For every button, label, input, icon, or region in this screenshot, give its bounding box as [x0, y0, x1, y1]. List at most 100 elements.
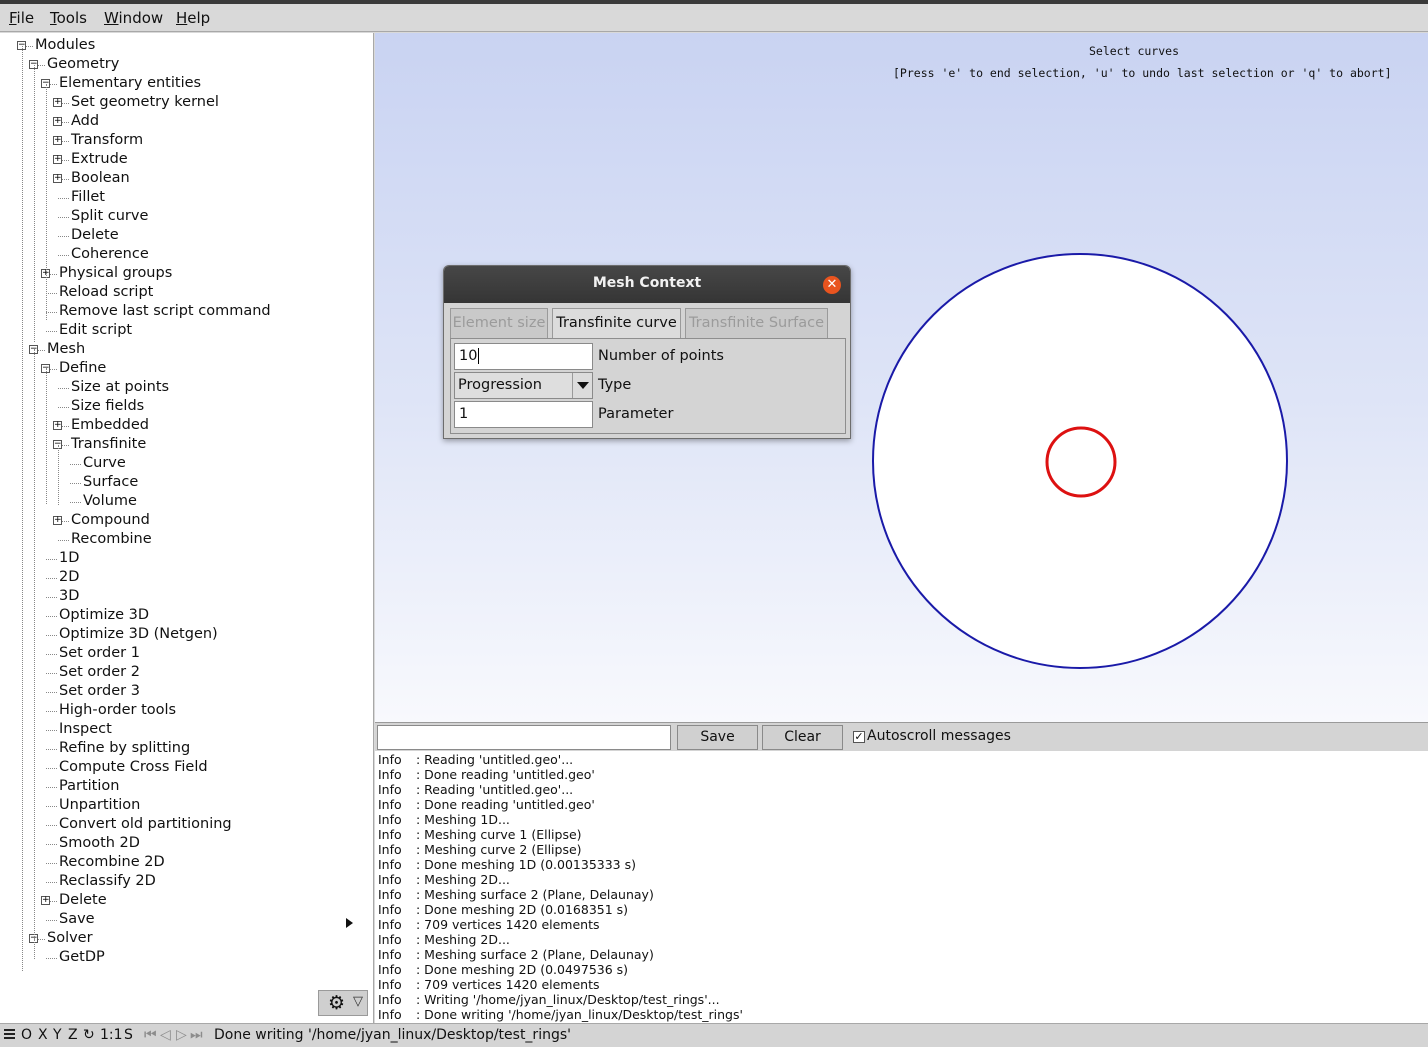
last-step-icon[interactable]: ⏭ [190, 1027, 203, 1043]
tree-item-smooth-2d[interactable]: Smooth 2D [59, 834, 140, 853]
tree-item-split-curve[interactable]: Split curve [71, 207, 148, 226]
menu-file[interactable]: File [9, 9, 34, 27]
expand-icon[interactable]: + [53, 98, 62, 107]
tree-item-inspect[interactable]: Inspect [59, 720, 112, 739]
tree-item-surface[interactable]: Surface [83, 473, 138, 492]
tree-item-high-order-tools[interactable]: High-order tools [59, 701, 176, 720]
tree-item-boolean[interactable]: Boolean [71, 169, 130, 188]
messages-toolbar: Save Clear ✓ Autoscroll messages [375, 722, 1428, 751]
tree-item-set-order-1[interactable]: Set order 1 [59, 644, 140, 663]
tree-item-optimize-3d-netgen[interactable]: Optimize 3D (Netgen) [59, 625, 218, 644]
tree-item-coherence[interactable]: Coherence [71, 245, 149, 264]
tab-element-size[interactable]: Element size [450, 308, 548, 338]
tree-item-delete[interactable]: Delete [71, 226, 119, 245]
tree-item-getdp[interactable]: GetDP [59, 948, 105, 967]
message-level: Info [378, 797, 402, 812]
tree-item-optimize-3d[interactable]: Optimize 3D [59, 606, 149, 625]
tree-item-embedded[interactable]: Embedded [71, 416, 149, 435]
tree-item-extrude[interactable]: Extrude [71, 150, 128, 169]
clear-messages-button[interactable]: Clear [762, 725, 843, 750]
tree-item-save[interactable]: Save [59, 910, 95, 929]
tree-item-reload-script[interactable]: Reload script [59, 283, 153, 302]
menu-window[interactable]: Window [104, 9, 163, 27]
tree-item-1d[interactable]: 1D [59, 549, 79, 568]
tree-item-remove-last-script-command[interactable]: Remove last script command [59, 302, 271, 321]
autoscroll-checkbox[interactable]: ✓ [853, 731, 865, 743]
tree-item-volume[interactable]: Volume [83, 492, 137, 511]
tree-item-convert-old-partitioning[interactable]: Convert old partitioning [59, 815, 232, 834]
inner-curve[interactable] [1045, 426, 1117, 498]
expand-icon[interactable]: + [41, 896, 50, 905]
settings-menu-button[interactable]: ⚙ ▽ [318, 990, 368, 1016]
chevron-down-icon[interactable] [572, 373, 592, 398]
tree-item-set-order-3[interactable]: Set order 3 [59, 682, 140, 701]
tree-item-solver[interactable]: Solver [47, 929, 93, 948]
tree-item-physical-groups[interactable]: Physical groups [59, 264, 172, 283]
expand-icon[interactable]: + [53, 174, 62, 183]
tree-item-mesh[interactable]: Mesh [47, 340, 85, 359]
step-back-icon[interactable]: ◁ [160, 1027, 171, 1043]
triangle-right-icon[interactable] [346, 918, 353, 928]
tree-item-unpartition[interactable]: Unpartition [59, 796, 140, 815]
tree-item-define[interactable]: Define [59, 359, 106, 378]
s-button[interactable]: S [124, 1027, 133, 1043]
tree-item-size-at-points[interactable]: Size at points [71, 378, 169, 397]
menu-help[interactable]: Help [176, 9, 210, 27]
tree-connector [46, 635, 57, 636]
tree-connector [46, 312, 57, 313]
tab-transfinite-surface[interactable]: Transfinite Surface [685, 308, 828, 338]
tree-item-set-order-2[interactable]: Set order 2 [59, 663, 140, 682]
play-icon[interactable]: ▷ [176, 1027, 187, 1043]
type-label: Type [598, 377, 632, 393]
tree-item-transfinite[interactable]: Transfinite [71, 435, 146, 454]
number-of-points-input[interactable]: 10 [454, 343, 593, 370]
tree-item-delete[interactable]: Delete [59, 891, 107, 910]
first-step-icon[interactable]: ⏮ [144, 1027, 157, 1043]
message-console[interactable]: Info: Reading 'untitled.geo'... Info: Don… [375, 751, 1428, 1023]
tree-item-reclassify-2d[interactable]: Reclassify 2D [59, 872, 156, 891]
tree-item-compound[interactable]: Compound [71, 511, 150, 530]
expand-icon[interactable]: + [53, 421, 62, 430]
axis-y-button[interactable]: Y [53, 1027, 62, 1043]
expand-icon[interactable]: + [53, 155, 62, 164]
tab-transfinite-curve[interactable]: Transfinite curve [552, 308, 681, 339]
parameter-input[interactable]: 1 [454, 401, 593, 428]
close-icon[interactable]: ✕ [823, 276, 841, 294]
tree-connector [46, 597, 57, 598]
tree-item-partition[interactable]: Partition [59, 777, 119, 796]
message-search-input[interactable] [377, 725, 671, 750]
tree-connector [70, 483, 81, 484]
mesh-canvas[interactable] [870, 251, 1290, 673]
expand-icon[interactable]: + [53, 117, 62, 126]
menu-lines-icon[interactable] [4, 1029, 15, 1039]
tree-item-refine-by-splitting[interactable]: Refine by splitting [59, 739, 190, 758]
tree-connector [46, 692, 57, 693]
tree-item-add[interactable]: Add [71, 112, 99, 131]
tree-item-fillet[interactable]: Fillet [71, 188, 105, 207]
menu-tools[interactable]: Tools [50, 9, 87, 27]
save-messages-button[interactable]: Save [677, 725, 758, 750]
tree-item-edit-script[interactable]: Edit script [59, 321, 132, 340]
tree-item-2d[interactable]: 2D [59, 568, 79, 587]
expand-icon[interactable]: + [53, 516, 62, 525]
type-select[interactable]: Progression [454, 372, 593, 399]
tree-item-recombine[interactable]: Recombine [71, 530, 152, 549]
axis-x-button[interactable]: X [38, 1027, 48, 1043]
axis-z-button[interactable]: Z [68, 1027, 78, 1043]
tree-item-transform[interactable]: Transform [71, 131, 143, 150]
rotate-icon[interactable]: ↻ [83, 1027, 95, 1043]
tree-item-recombine-2d[interactable]: Recombine 2D [59, 853, 165, 872]
tree-item-size-fields[interactable]: Size fields [71, 397, 144, 416]
tree-connector [58, 255, 69, 256]
axis-o-button[interactable]: O [21, 1027, 32, 1043]
tree-item-set-geometry-kernel[interactable]: Set geometry kernel [71, 93, 219, 112]
tree-item-curve[interactable]: Curve [83, 454, 126, 473]
tree-item-3d[interactable]: 3D [59, 587, 79, 606]
dialog-titlebar[interactable]: Mesh Context ✕ [444, 266, 850, 303]
tree-item-geometry[interactable]: Geometry [47, 55, 119, 74]
tree-item-compute-cross-field[interactable]: Compute Cross Field [59, 758, 208, 777]
tree-item-elementary-entities[interactable]: Elementary entities [59, 74, 201, 93]
tree-item-modules[interactable]: Modules [35, 36, 95, 55]
scale-button[interactable]: 1:1 [100, 1027, 123, 1043]
expand-icon[interactable]: + [53, 136, 62, 145]
